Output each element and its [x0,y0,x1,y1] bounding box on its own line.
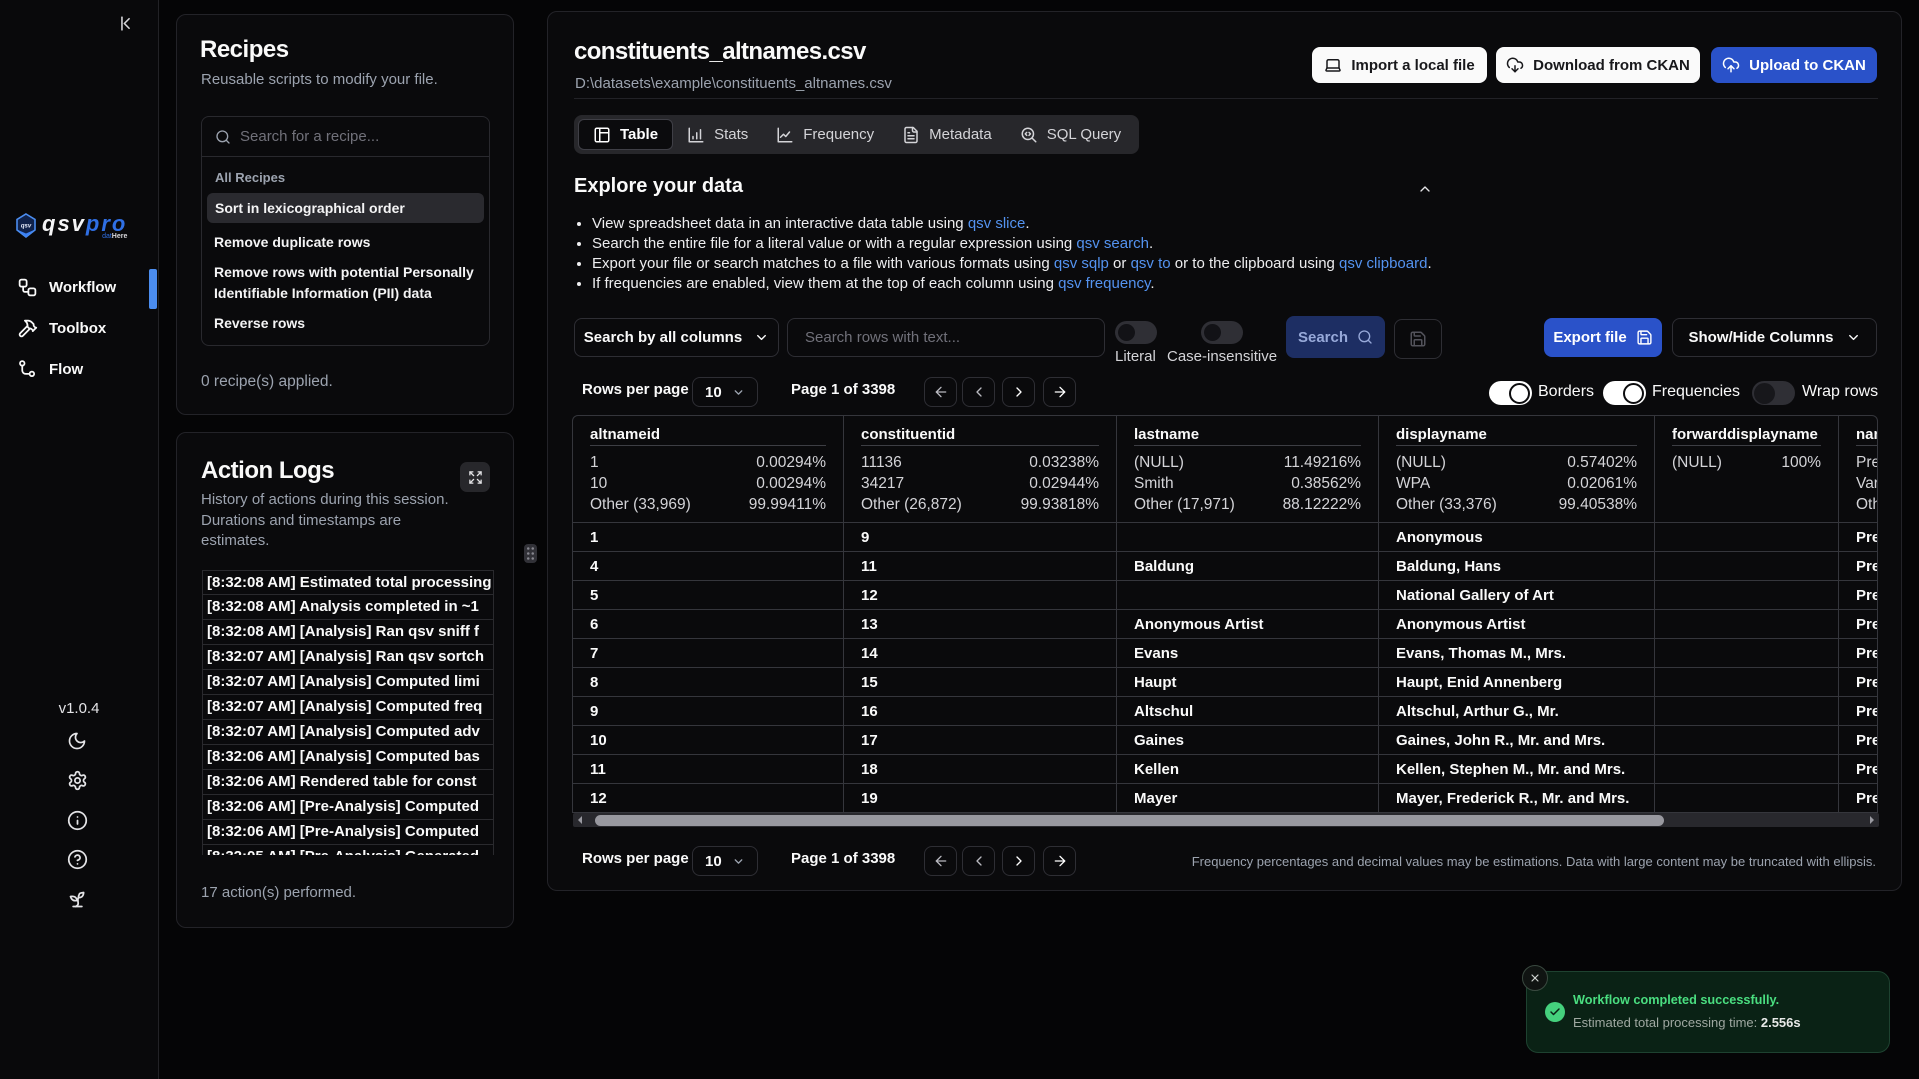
svg-text:qsv: qsv [21,224,32,230]
